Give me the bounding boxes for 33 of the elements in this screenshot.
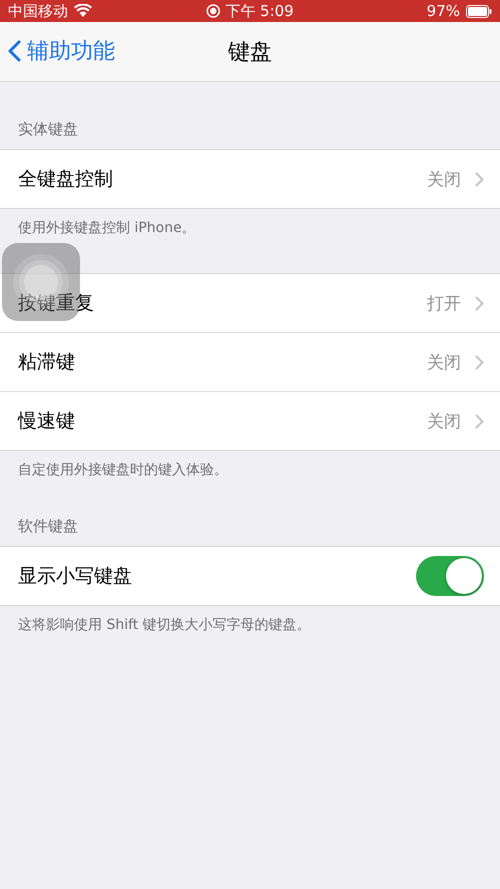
page-title: 键盘 [228, 38, 272, 66]
settings-row[interactable]: 按键重复 打开 [0, 274, 500, 332]
chevron-icon [475, 172, 484, 186]
chevron-icon [475, 354, 484, 370]
time-text: 下午 5:09 [225, 2, 294, 20]
row-label: 粘滞键 [18, 350, 76, 375]
back-chevron-icon [8, 40, 21, 62]
wifi-icon [74, 4, 92, 18]
carrier-text: 中国移动 [8, 2, 68, 20]
settings-row[interactable]: 全键盘控制 关闭 [0, 150, 500, 208]
battery-icon [466, 4, 492, 18]
settings-row[interactable]: 粘滞键 关闭 [0, 332, 500, 391]
chevron-icon [475, 414, 484, 428]
chevron-icon [475, 296, 484, 310]
row-label: 慢速键 [18, 409, 76, 434]
recording-icon [206, 4, 220, 18]
row-value: 关闭 [427, 352, 461, 374]
row-label: 按键重复 [18, 291, 95, 316]
row-label: 全键盘控制 [18, 167, 114, 192]
row-value: 打开 [427, 292, 461, 314]
row-label: 显示小写键盘 [18, 564, 133, 589]
section-footer: 自定使用外接键盘时的键入体验。 [0, 451, 500, 479]
settings-row[interactable]: 慢速键 关闭 [0, 391, 500, 450]
section-header: 实体键盘 [17, 119, 79, 140]
row-value: 关闭 [427, 168, 461, 190]
toggle-switch[interactable] [416, 556, 484, 596]
settings-row[interactable]: 显示小写键盘 [0, 547, 500, 605]
row-value: 关闭 [427, 410, 461, 432]
section-footer: 使用外接键盘控制 iPhone。 [0, 209, 500, 237]
section-footer: 这将影响使用 Shift 键切换大小写字母的键盘。 [0, 606, 500, 634]
section-header: 软件键盘 [17, 516, 79, 537]
battery-text: 97% [426, 2, 460, 20]
back-button[interactable]: 辅助功能 [8, 36, 115, 66]
